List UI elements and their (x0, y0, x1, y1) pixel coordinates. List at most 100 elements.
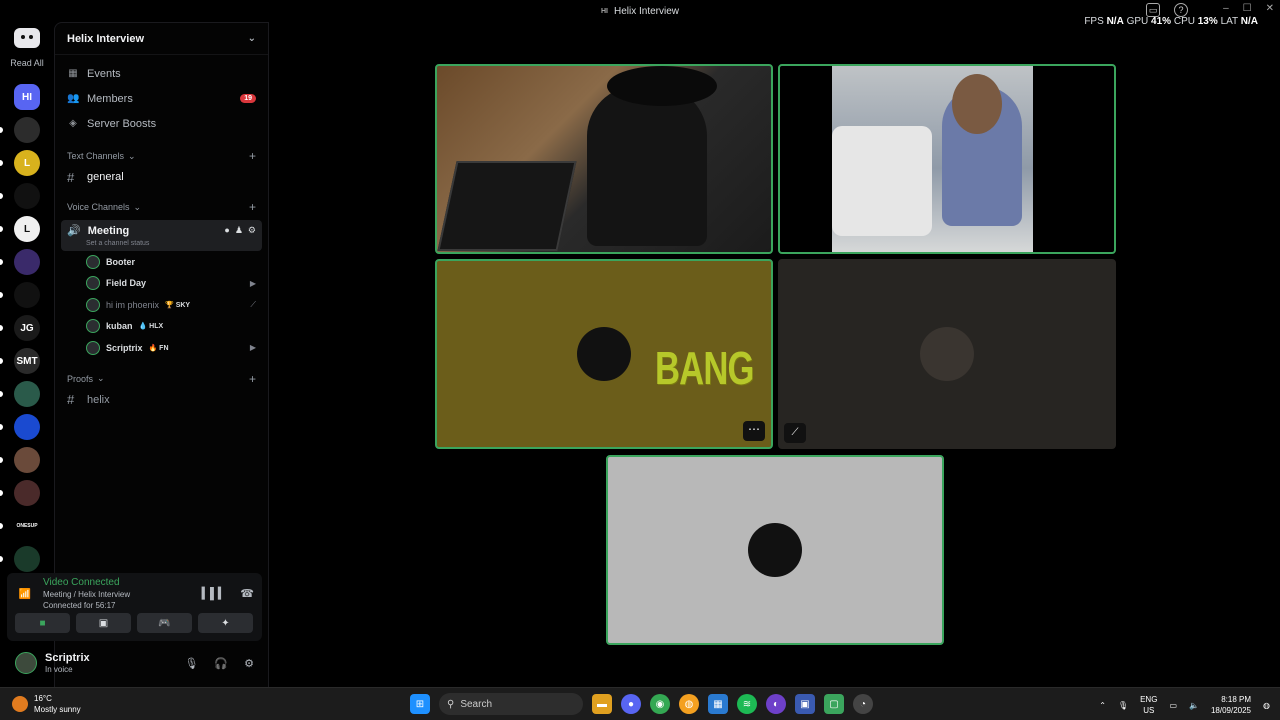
channel-status[interactable]: Set a channel status (86, 240, 256, 247)
cpu-unit: % (1208, 16, 1218, 27)
server-icon[interactable]: L (14, 216, 40, 242)
microphone-icon[interactable]: 🎙 (184, 657, 198, 670)
unread-indicator (0, 292, 3, 298)
help-icon[interactable]: ? (1174, 3, 1188, 17)
server-icon[interactable] (14, 447, 40, 473)
language-indicator[interactable]: ENG US (1140, 694, 1157, 716)
video-frame-hat (607, 66, 717, 106)
soundboard-button[interactable]: ✦ (198, 613, 253, 633)
server-icon[interactable]: SMT (14, 348, 40, 374)
app-icon[interactable]: ◔ (853, 694, 873, 714)
server-icon[interactable] (14, 480, 40, 506)
read-all-button[interactable]: Read All (0, 58, 54, 68)
minimize-button[interactable]: – (1223, 3, 1229, 14)
discord-icon[interactable]: ● (621, 694, 641, 714)
server-icon[interactable] (14, 414, 40, 440)
clock[interactable]: 8:18 PM 18/09/2025 (1211, 694, 1251, 716)
notifications-icon[interactable]: ◍ (1263, 701, 1270, 710)
server-icon[interactable] (14, 282, 40, 308)
channel-general[interactable]: # general (55, 167, 268, 187)
voice-user[interactable]: Field Day ▶ (55, 273, 268, 295)
gear-icon[interactable]: ⚙ (244, 657, 254, 670)
speaker-icon: 🔊 (67, 225, 81, 237)
voice-user[interactable]: kuban 💧 HLX (55, 316, 268, 338)
search-input[interactable]: ⚲ Search (439, 693, 583, 715)
app-icon[interactable]: ▢ (824, 694, 844, 714)
video-tile[interactable]: ⟋ (778, 259, 1116, 449)
video-tile[interactable]: BANG ⋯ (435, 259, 773, 449)
close-button[interactable]: ✕ (1266, 3, 1274, 14)
microphone-icon[interactable]: 🎙 (1118, 701, 1128, 710)
add-channel-icon[interactable]: + (249, 372, 256, 386)
category-voice-channels[interactable]: Voice Channels ⌄ + (55, 196, 268, 218)
nav-events-label: Events (87, 67, 121, 80)
system-tray: ⌃ 🎙 ENG US ▭ 🔈 8:18 PM 18/09/2025 ◍ (1099, 694, 1270, 716)
voice-location[interactable]: Meeting / Helix Interview (43, 590, 130, 599)
server-icon[interactable]: HI (14, 84, 40, 110)
app-icon[interactable]: ◍ (679, 694, 699, 714)
voice-connected-title: Video Connected (43, 577, 120, 588)
cpu-label: CPU (1173, 16, 1195, 27)
voice-user[interactable]: Booter (55, 251, 268, 273)
noise-suppression-icon[interactable]: ▍▌▍ (202, 587, 227, 600)
nav-server-boosts[interactable]: ◈ Server Boosts (55, 111, 268, 136)
server-icon[interactable]: ONESUP (14, 513, 40, 539)
avatar (86, 297, 100, 312)
inbox-icon[interactable]: ▭ (1146, 3, 1160, 17)
server-icon[interactable] (14, 117, 40, 143)
add-channel-icon[interactable]: + (249, 200, 256, 214)
app-icon[interactable]: ▣ (795, 694, 815, 714)
github-icon[interactable]: ◐ (766, 694, 786, 714)
video-tile[interactable] (778, 64, 1116, 254)
server-icon[interactable] (14, 249, 40, 275)
network-icon[interactable]: ▭ (1169, 701, 1177, 710)
spotify-icon[interactable]: ≋ (737, 694, 757, 714)
unread-indicator (0, 226, 3, 232)
activity-button[interactable]: 🎮 (137, 613, 192, 633)
members-badge: 19 (240, 94, 256, 103)
nav-members[interactable]: 👥 Members 19 (55, 86, 268, 111)
invite-icon[interactable]: ♟ (235, 225, 243, 236)
fps-label: FPS (1084, 16, 1104, 27)
user-name[interactable]: Scriptrix (45, 652, 90, 664)
file-explorer-icon[interactable]: ▬ (592, 694, 612, 714)
video-tile[interactable] (606, 455, 944, 645)
boost-icon: ◈ (69, 118, 77, 129)
app-icon[interactable]: ▦ (708, 694, 728, 714)
voice-user[interactable]: hi im phoenix 🏆 SKY ⟋ (55, 294, 268, 316)
gear-icon[interactable]: ⚙ (248, 225, 256, 236)
headphones-icon[interactable]: 🎧 (214, 657, 228, 670)
server-icon[interactable]: L (14, 150, 40, 176)
screenshare-button[interactable]: ▣ (76, 613, 131, 633)
server-header[interactable]: Helix Interview ⌄ (55, 23, 268, 55)
server-icon[interactable] (14, 546, 40, 572)
channel-helix[interactable]: # helix (55, 390, 268, 410)
server-icon[interactable]: JG (14, 315, 40, 341)
start-icon[interactable]: ⊞ (410, 694, 430, 714)
disconnect-icon[interactable]: ☎ (240, 587, 254, 600)
avatar[interactable] (15, 652, 37, 674)
chat-icon[interactable]: ● (224, 225, 229, 236)
more-options-button[interactable]: ⋯ (743, 421, 765, 441)
discord-home-icon[interactable] (14, 28, 40, 48)
server-icon[interactable] (14, 381, 40, 407)
video-tile[interactable] (435, 64, 773, 254)
camera-button[interactable]: ■ (15, 613, 70, 633)
volume-icon[interactable]: 🔈 (1189, 701, 1199, 710)
nav-events[interactable]: ▦ Events (55, 61, 268, 86)
weather-widget[interactable]: 16°C Mostly sunny (12, 693, 81, 715)
server-icon[interactable] (14, 183, 40, 209)
voice-duration: Connected for 56:17 (43, 601, 116, 610)
voice-channel-meeting[interactable]: 🔊 Meeting ● ♟ ⚙ Set a channel status (61, 220, 262, 251)
add-channel-icon[interactable]: + (249, 149, 256, 163)
maximize-button[interactable]: ☐ (1243, 3, 1252, 14)
category-text-channels[interactable]: Text Channels ⌄ + (55, 145, 268, 167)
voice-user[interactable]: Scriptrix 🔥 FN ▶ (55, 337, 268, 359)
signal-icon[interactable]: 📶 (15, 585, 35, 605)
category-proofs[interactable]: Proofs ⌄ + (55, 368, 268, 390)
chevron-down-icon: ⌄ (97, 373, 105, 383)
voice-user-name: Field Day (106, 278, 147, 289)
chevron-up-icon[interactable]: ⌃ (1099, 701, 1106, 710)
chrome-icon[interactable]: ◉ (650, 694, 670, 714)
language-label: ENG (1140, 695, 1158, 704)
